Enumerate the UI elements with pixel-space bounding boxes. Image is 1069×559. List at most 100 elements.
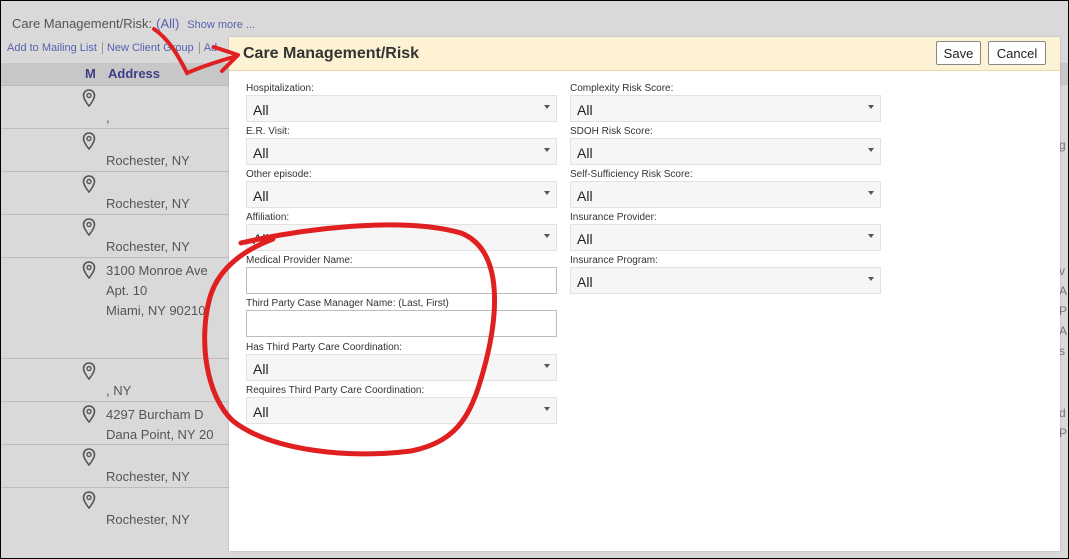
screenshot-frame: Care Management/Risk: (All) Show more ... … xyxy=(0,0,1069,559)
address-line: Rochester, NY xyxy=(106,512,190,527)
table-row[interactable]: 4297 Burcham D Dana Point, NY 20 xyxy=(1,401,229,445)
new-client-group-link[interactable]: New Client Group xyxy=(106,42,200,54)
column-header-address[interactable]: Address xyxy=(108,66,160,81)
chevron-down-icon xyxy=(868,105,874,109)
field-label: Insurance Provider: xyxy=(570,212,657,223)
field-label: SDOH Risk Score: xyxy=(570,126,653,137)
dialog-title: Care Management/Risk xyxy=(243,45,420,62)
select-value: All xyxy=(577,231,593,247)
select-value: All xyxy=(253,361,269,377)
field-label: Has Third Party Care Coordination: xyxy=(246,342,402,353)
select-value: All xyxy=(577,102,593,118)
field-label: Medical Provider Name: xyxy=(246,255,353,266)
affiliation-select[interactable]: All xyxy=(246,224,557,251)
show-more-link[interactable]: Show more ... xyxy=(187,19,255,31)
table-row[interactable]: , NY xyxy=(1,358,229,402)
map-pin-icon[interactable] xyxy=(82,448,96,467)
self-sufficiency-risk-score-select[interactable]: All xyxy=(570,181,881,208)
select-value: All xyxy=(253,102,269,118)
chevron-down-icon xyxy=(544,407,550,411)
field-label: Complexity Risk Score: xyxy=(570,83,674,94)
address-line: 3100 Monroe Ave xyxy=(106,263,208,278)
filter-value-link[interactable]: (All) xyxy=(156,16,179,31)
map-pin-icon[interactable] xyxy=(82,175,96,194)
has-third-party-care-coordination-select[interactable]: All xyxy=(246,354,557,381)
address-line: Rochester, NY xyxy=(106,153,190,168)
truncated-action-link[interactable]: Ad xyxy=(204,42,217,54)
cancel-button[interactable]: Cancel xyxy=(988,41,1046,65)
address-line: Rochester, NY xyxy=(106,239,190,254)
map-pin-icon[interactable] xyxy=(82,362,96,381)
map-pin-icon[interactable] xyxy=(82,261,96,280)
address-line: Rochester, NY xyxy=(106,196,190,211)
table-row[interactable]: Rochester, NY xyxy=(1,487,229,531)
table-row[interactable]: Rochester, NY xyxy=(1,444,229,488)
chevron-down-icon xyxy=(868,191,874,195)
table-row[interactable]: Rochester, NY xyxy=(1,214,229,258)
save-button[interactable]: Save xyxy=(936,41,981,65)
background-text-fragment: P xyxy=(1059,304,1068,318)
select-value: All xyxy=(253,404,269,420)
chevron-down-icon xyxy=(868,148,874,152)
select-value: All xyxy=(253,188,269,204)
map-pin-icon[interactable] xyxy=(82,405,96,424)
map-pin-icon[interactable] xyxy=(82,218,96,237)
select-value: All xyxy=(577,188,593,204)
address-line: , xyxy=(106,110,110,125)
field-label: E.R. Visit: xyxy=(246,126,290,137)
field-label: Hospitalization: xyxy=(246,83,314,94)
insurance-program-select[interactable]: All xyxy=(570,267,881,294)
chevron-down-icon xyxy=(544,148,550,152)
chevron-down-icon xyxy=(544,234,550,238)
hospitalization-select[interactable]: All xyxy=(246,95,557,122)
map-pin-icon[interactable] xyxy=(82,491,96,510)
background-text-fragment: d xyxy=(1059,406,1066,420)
background-text-fragment: A xyxy=(1059,284,1068,298)
select-value: All xyxy=(577,274,593,290)
background-text-fragment: A xyxy=(1059,324,1068,338)
active-filter-summary: Care Management/Risk: (All) Show more ... xyxy=(12,16,255,31)
chevron-down-icon xyxy=(544,105,550,109)
dialog-header: Care Management/Risk Save Cancel xyxy=(229,37,1060,71)
field-label: Third Party Case Manager Name: (Last, Fi… xyxy=(246,298,449,309)
background-text-fragment: g xyxy=(1059,138,1066,152)
field-label: Requires Third Party Care Coordination: xyxy=(246,385,425,396)
background-text-fragment: P xyxy=(1059,426,1068,440)
select-value: All xyxy=(577,145,593,161)
chevron-down-icon xyxy=(868,277,874,281)
address-line: Rochester, NY xyxy=(106,469,190,484)
add-to-mailing-list-link[interactable]: Add to Mailing List xyxy=(7,42,103,54)
select-value: All xyxy=(253,145,269,161)
field-label: Insurance Program: xyxy=(570,255,658,266)
sdoh-risk-score-select[interactable]: All xyxy=(570,138,881,165)
care-management-risk-dialog: Care Management/Risk Save Cancel Hospita… xyxy=(229,37,1060,551)
chevron-down-icon xyxy=(544,191,550,195)
table-row[interactable]: 3100 Monroe Ave Apt. 10 Miami, NY 90210 xyxy=(1,257,229,359)
column-header-m[interactable]: M xyxy=(85,66,96,81)
map-pin-icon[interactable] xyxy=(82,89,96,108)
address-line: Miami, NY 90210 xyxy=(106,303,206,318)
address-line: Dana Point, NY 20 xyxy=(106,427,214,442)
table-row[interactable]: Rochester, NY xyxy=(1,171,229,215)
field-label: Self-Sufficiency Risk Score: xyxy=(570,169,693,180)
field-label: Other episode: xyxy=(246,169,312,180)
third-party-case-manager-name-last-first-input[interactable] xyxy=(246,310,557,337)
select-value: All xyxy=(253,231,269,247)
table-row[interactable]: , xyxy=(1,85,229,129)
map-pin-icon[interactable] xyxy=(82,132,96,151)
table-row[interactable]: Rochester, NY xyxy=(1,128,229,172)
insurance-provider-select[interactable]: All xyxy=(570,224,881,251)
chevron-down-icon xyxy=(868,234,874,238)
medical-provider-name-input[interactable] xyxy=(246,267,557,294)
other-episode-select[interactable]: All xyxy=(246,181,557,208)
field-label: Affiliation: xyxy=(246,212,290,223)
action-links: Add to Mailing List New Client Group Ad xyxy=(7,42,217,54)
address-line: , NY xyxy=(106,383,132,398)
requires-third-party-care-coordination-select[interactable]: All xyxy=(246,397,557,424)
address-line: Apt. 10 xyxy=(106,283,148,298)
complexity-risk-score-select[interactable]: All xyxy=(570,95,881,122)
address-line: 4297 Burcham D xyxy=(106,407,204,422)
filter-label: Care Management/Risk: xyxy=(12,16,153,31)
e-r-visit-select[interactable]: All xyxy=(246,138,557,165)
chevron-down-icon xyxy=(544,364,550,368)
